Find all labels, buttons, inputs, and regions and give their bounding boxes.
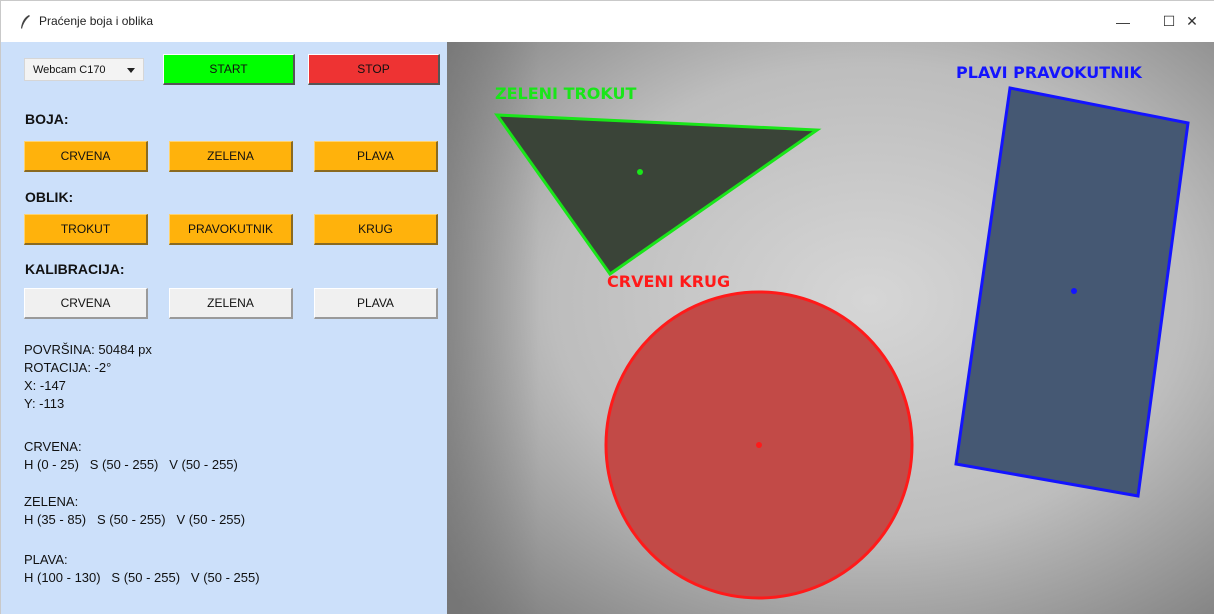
green-range-values: H (35 - 85) S (50 - 255) V (50 - 255) (24, 512, 246, 527)
calibrate-blue-button[interactable]: PLAVA (314, 288, 438, 319)
title-bar[interactable]: Praćenje boja i oblika — ☐ ✕ (1, 1, 1214, 42)
minimize-button[interactable]: — (1100, 1, 1146, 42)
circle-label: CRVENI KRUG (607, 272, 730, 291)
shape-circle-button[interactable]: KRUG (314, 214, 438, 245)
red-range-title: CRVENA: (24, 439, 82, 454)
stop-button[interactable]: STOP (308, 54, 440, 85)
minimize-icon: — (1116, 13, 1130, 30)
green-range-title: ZELENA: (24, 494, 79, 509)
window-title: Praćenje boja i oblika (39, 14, 154, 28)
shape-heading: OBLIK: (25, 189, 74, 205)
camera-view: ZELENI TROKUT CRVENI KRUG PLAVI PRAVOKUT… (447, 42, 1214, 614)
triangle-center-dot (637, 169, 643, 175)
app-window: Praćenje boja i oblika — ☐ ✕ Webcam C170… (0, 0, 1214, 614)
rotation-readout: ROTACIJA: -2° (24, 360, 112, 375)
close-icon: ✕ (1186, 13, 1198, 29)
chevron-down-icon (127, 68, 135, 73)
color-green-button[interactable]: ZELENA (169, 141, 293, 172)
area-readout: POVRŠINA: 50484 px (24, 342, 152, 357)
shape-triangle-button[interactable]: TROKUT (24, 214, 148, 245)
camera-select-value: Webcam C170 (33, 64, 106, 76)
blue-range-values: H (100 - 130) S (50 - 255) V (50 - 255) (24, 570, 260, 585)
y-readout: Y: -113 (24, 396, 65, 411)
triangle-label: ZELENI TROKUT (495, 84, 637, 103)
close-button[interactable]: ✕ (1169, 1, 1214, 42)
color-blue-button[interactable]: PLAVA (314, 141, 438, 172)
red-range-values: H (0 - 25) S (50 - 255) V (50 - 255) (24, 457, 238, 472)
shape-rectangle-button[interactable]: PRAVOKUTNIK (169, 214, 293, 245)
color-heading: BOJA: (25, 111, 69, 127)
calibrate-red-button[interactable]: CRVENA (24, 288, 148, 319)
circle-center-dot (756, 442, 762, 448)
feather-icon (19, 14, 31, 30)
calibration-heading: KALIBRACIJA: (25, 261, 125, 277)
blue-range-title: PLAVA: (24, 552, 68, 567)
start-button[interactable]: START (163, 54, 295, 85)
color-red-button[interactable]: CRVENA (24, 141, 148, 172)
camera-select[interactable]: Webcam C170 (24, 58, 144, 81)
x-readout: X: -147 (24, 378, 66, 393)
calibrate-green-button[interactable]: ZELENA (169, 288, 293, 319)
rectangle-center-dot (1071, 288, 1077, 294)
rectangle-label: PLAVI PRAVOKUTNIK (956, 63, 1143, 82)
